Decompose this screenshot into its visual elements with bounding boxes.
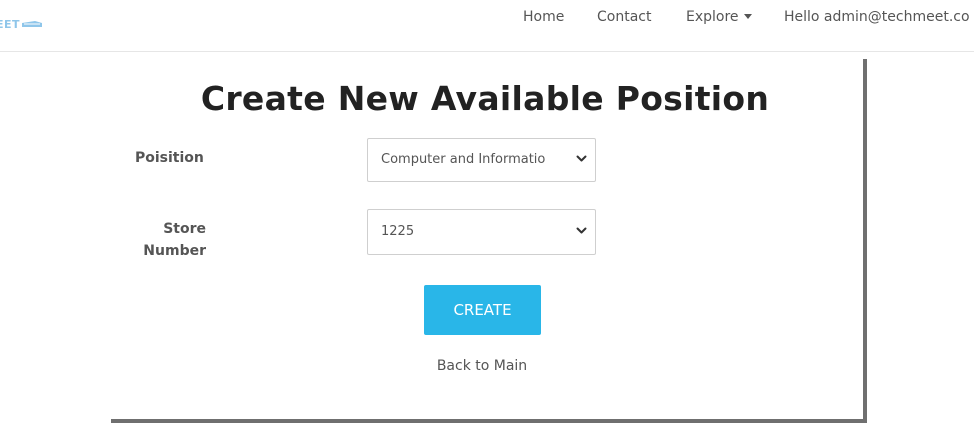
nav-user-greeting[interactable]: Hello admin@techmeet.co (784, 8, 970, 26)
create-position-card: Create New Available Position Poisition … (107, 55, 863, 419)
top-navbar: EET Home Contact Explore Hello admin@tec… (0, 0, 974, 52)
store-number-select[interactable]: 1225 (367, 209, 596, 255)
caret-down-icon (743, 14, 752, 19)
create-button[interactable]: CREATE (424, 285, 541, 335)
store-number-select-value: 1225 (381, 224, 415, 239)
chevron-down-icon (576, 227, 587, 234)
store-number-label: Store Number (137, 218, 206, 262)
nav-links: Home Contact Explore Hello admin@techmee… (0, 0, 974, 36)
nav-explore-dropdown[interactable]: Explore (686, 8, 752, 26)
chevron-down-icon (576, 155, 587, 162)
back-to-main-link[interactable]: Back to Main (107, 358, 857, 374)
nav-explore-label: Explore (686, 9, 739, 25)
position-label: Poisition (135, 150, 204, 166)
nav-contact-link[interactable]: Contact (597, 8, 651, 26)
nav-home-link[interactable]: Home (523, 8, 564, 26)
position-select-value: Computer and Informatio (381, 152, 546, 167)
position-select[interactable]: Computer and Informatio (367, 138, 596, 182)
store-number-label-line2: Number (143, 243, 206, 259)
page: EET Home Contact Explore Hello admin@tec… (0, 0, 974, 434)
store-number-label-line1: Store (163, 221, 206, 237)
page-title: Create New Available Position (200, 79, 770, 118)
